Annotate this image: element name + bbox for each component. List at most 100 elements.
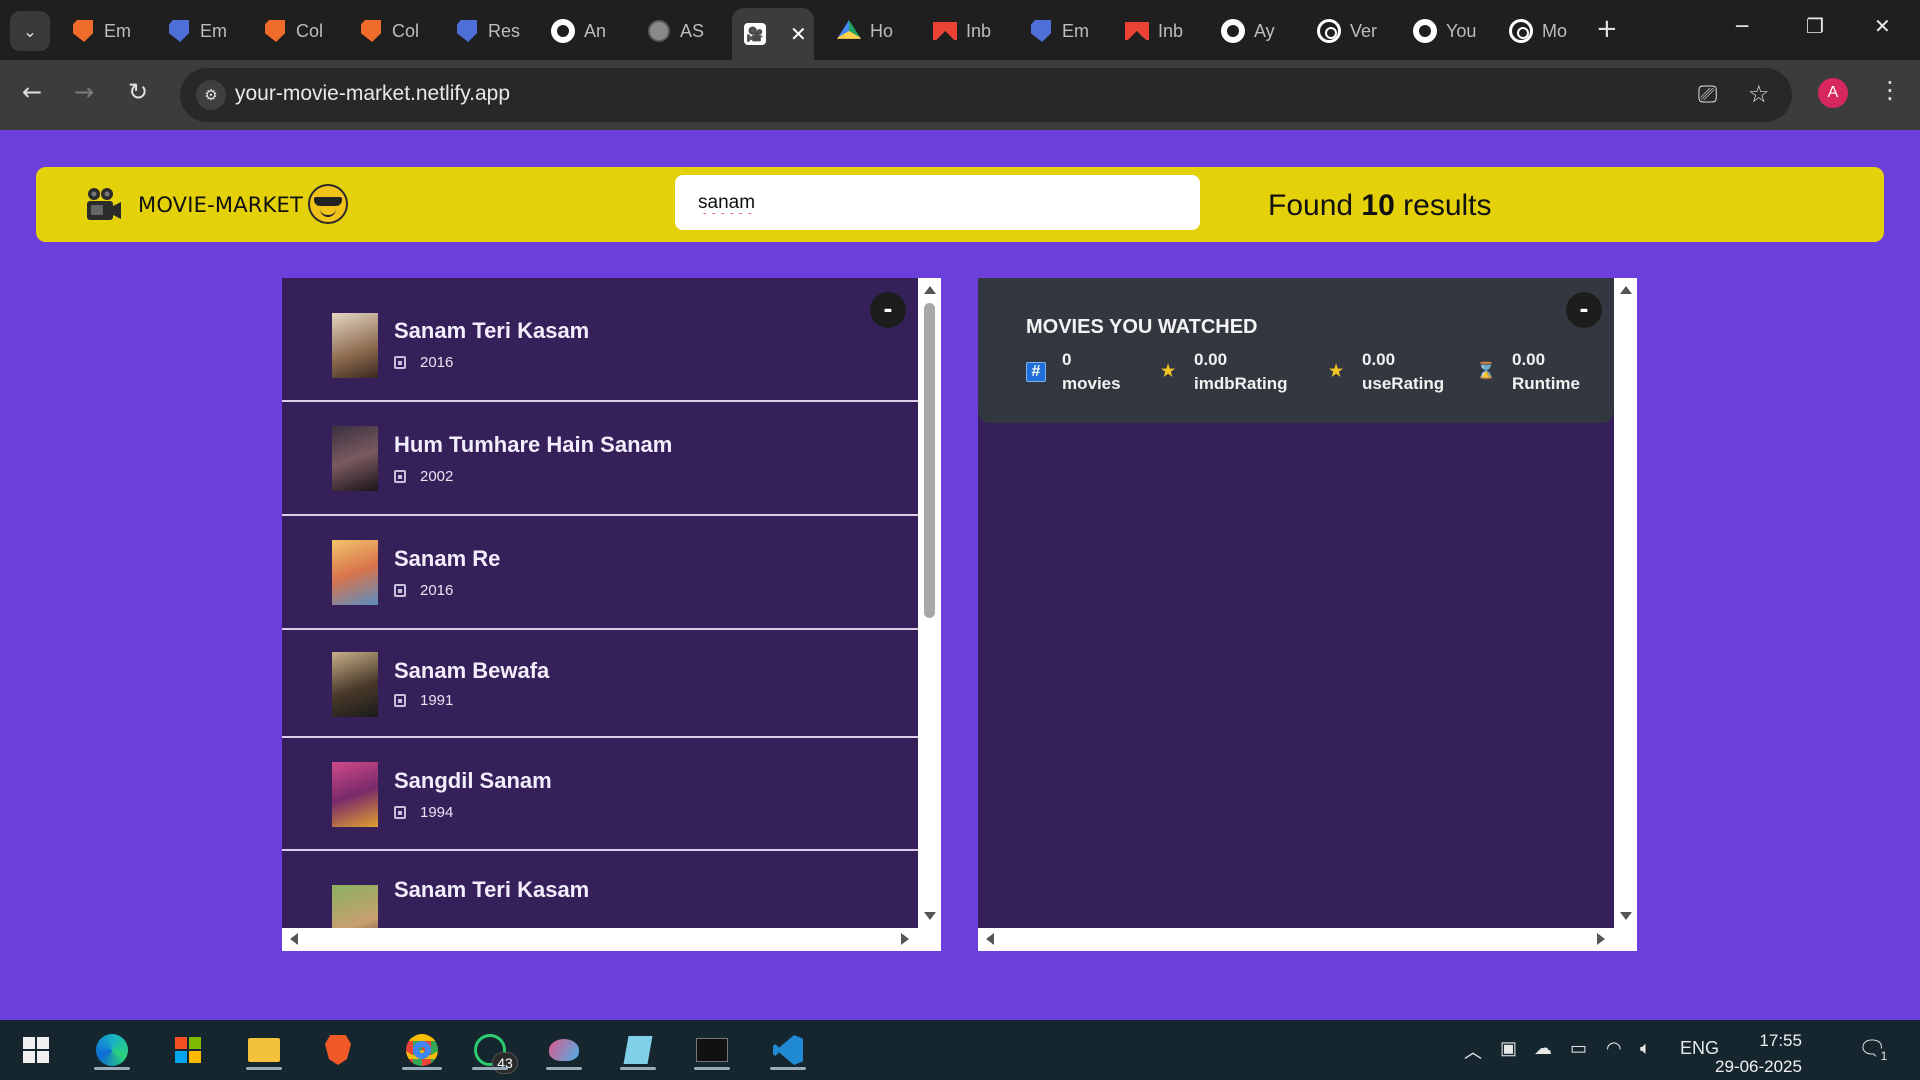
watched-vertical-scrollbar[interactable] bbox=[1614, 278, 1637, 928]
scroll-up-icon[interactable] bbox=[924, 286, 936, 294]
start-button[interactable] bbox=[16, 1030, 56, 1070]
notification-badge: 43 bbox=[492, 1052, 518, 1074]
gmail-icon bbox=[932, 18, 958, 44]
arrow-left-icon: ← bbox=[22, 78, 43, 106]
movie-search-input[interactable] bbox=[675, 175, 1200, 230]
onedrive-icon[interactable]: ☁ bbox=[1534, 1038, 1552, 1059]
movie-list-item[interactable]: Sangdil Sanam 1994 bbox=[282, 738, 918, 851]
scroll-thumb[interactable] bbox=[924, 303, 935, 618]
close-icon[interactable]: ✕ bbox=[790, 22, 807, 47]
scroll-left-icon[interactable] bbox=[986, 933, 994, 945]
language-indicator[interactable]: ENG bbox=[1680, 1038, 1719, 1059]
results-vertical-scrollbar[interactable] bbox=[918, 278, 941, 928]
browser-tab[interactable]: Mo bbox=[1508, 12, 1588, 50]
browser-menu-icon[interactable]: ⋮ bbox=[1878, 76, 1902, 104]
browser-tab[interactable]: AS bbox=[646, 12, 734, 50]
taskbar-edge[interactable] bbox=[92, 1030, 132, 1070]
taskbar-whatsapp[interactable]: 43 bbox=[470, 1030, 518, 1074]
taskbar-brave[interactable] bbox=[318, 1030, 358, 1070]
movie-title: Sanam Teri Kasam bbox=[394, 877, 590, 902]
scroll-down-icon[interactable] bbox=[1620, 912, 1632, 920]
taskbar-snipping-tool[interactable] bbox=[544, 1030, 584, 1070]
close-window-button[interactable]: ✕ bbox=[1874, 14, 1891, 38]
results-horizontal-scrollbar[interactable] bbox=[282, 928, 941, 951]
meet-now-icon[interactable]: ▣ bbox=[1500, 1038, 1517, 1059]
taskbar-chrome[interactable] bbox=[394, 1030, 450, 1070]
tab-label: Ho bbox=[870, 20, 894, 41]
collapse-watched-button[interactable]: - bbox=[1566, 292, 1602, 328]
movie-year: 1991 bbox=[394, 692, 453, 709]
movie-list-item[interactable]: Sanam Bewafa 1991 bbox=[282, 630, 918, 738]
stat-label: Runtime bbox=[1512, 374, 1580, 393]
profile-avatar[interactable]: A bbox=[1818, 78, 1848, 108]
taskbar-notepad[interactable] bbox=[618, 1030, 658, 1070]
minimize-icon: ─ bbox=[1736, 14, 1749, 38]
hash-icon: # bbox=[1026, 362, 1046, 382]
stat-value: 0 bbox=[1062, 350, 1072, 369]
scroll-right-icon[interactable] bbox=[901, 933, 909, 945]
edge-icon bbox=[96, 1034, 128, 1066]
back-button[interactable]: ← bbox=[22, 78, 42, 106]
tray-overflow-icon[interactable]: ︿ bbox=[1464, 1038, 1482, 1064]
browser-tab[interactable]: You bbox=[1412, 12, 1500, 50]
browser-tab-active[interactable]: 🎥 ✕ bbox=[732, 8, 814, 60]
restore-button[interactable]: ❐ bbox=[1806, 14, 1824, 38]
install-app-icon[interactable]: ⎚ bbox=[1698, 80, 1717, 108]
minimize-button[interactable]: ─ bbox=[1736, 14, 1748, 38]
wifi-icon[interactable]: ◠ bbox=[1606, 1038, 1622, 1059]
calendar-icon bbox=[394, 356, 406, 369]
movie-poster bbox=[332, 426, 378, 491]
new-tab-button[interactable]: + bbox=[1596, 14, 1618, 44]
reload-button[interactable]: ↻ bbox=[128, 78, 148, 106]
watched-horizontal-scrollbar[interactable] bbox=[978, 928, 1637, 951]
plus-icon: + bbox=[1596, 14, 1618, 44]
scroll-down-icon[interactable] bbox=[924, 912, 936, 920]
tab-search-button[interactable]: ⌄ bbox=[10, 11, 50, 51]
browser-tab[interactable]: Em bbox=[70, 12, 158, 50]
browser-tab[interactable]: Em bbox=[166, 12, 254, 50]
battery-icon[interactable]: ▭ bbox=[1570, 1038, 1587, 1059]
browser-tab[interactable]: Ver bbox=[1316, 12, 1404, 50]
movie-title: Sanam Teri Kasam bbox=[394, 318, 590, 343]
hourglass-icon: ⌛ bbox=[1476, 363, 1496, 380]
taskbar-terminal[interactable] bbox=[692, 1030, 732, 1070]
browser-tab[interactable]: Ay bbox=[1220, 12, 1308, 50]
browser-tab[interactable]: Col bbox=[358, 12, 446, 50]
address-bar[interactable]: ⚙ your-movie-market.netlify.app ⎚ ☆ bbox=[180, 68, 1792, 122]
brave-orange-icon bbox=[358, 18, 384, 44]
browser-tab[interactable]: Inb bbox=[932, 12, 1020, 50]
browser-tab[interactable]: Res bbox=[454, 12, 542, 50]
browser-tab[interactable]: Inb bbox=[1124, 12, 1212, 50]
browser-tab[interactable]: An bbox=[550, 12, 638, 50]
results-count: Found 10 results bbox=[1268, 189, 1492, 223]
movie-year-value: 2016 bbox=[420, 582, 454, 599]
volume-icon[interactable]: 🔈︎ bbox=[1640, 1038, 1651, 1059]
notification-count: 1 bbox=[1876, 1048, 1892, 1064]
movie-list-item[interactable]: Sanam Teri Kasam 2016 bbox=[282, 288, 918, 402]
tab-label: Em bbox=[1062, 20, 1089, 41]
vscode-icon bbox=[773, 1035, 803, 1065]
notifications-button[interactable]: 🗨︎ 1 bbox=[1858, 1036, 1892, 1064]
browser-tab[interactable]: Col bbox=[262, 12, 350, 50]
url-text[interactable]: your-movie-market.netlify.app bbox=[235, 82, 510, 106]
scroll-left-icon[interactable] bbox=[290, 933, 298, 945]
stat-value: 0.00 bbox=[1512, 350, 1546, 369]
movie-list-item[interactable]: Sanam Teri Kasam bbox=[282, 851, 918, 928]
movie-list-item[interactable]: Hum Tumhare Hain Sanam 2002 bbox=[282, 402, 918, 516]
browser-tab[interactable]: Ho bbox=[836, 12, 924, 50]
movie-list-item[interactable]: Sanam Re 2016 bbox=[282, 516, 918, 630]
tab-label: Col bbox=[296, 20, 324, 41]
forward-button[interactable]: → bbox=[74, 78, 94, 106]
scroll-up-icon[interactable] bbox=[1620, 286, 1632, 294]
taskbar-vscode[interactable] bbox=[768, 1030, 808, 1070]
tab-label: Ver bbox=[1350, 20, 1378, 41]
taskbar-store[interactable] bbox=[168, 1030, 208, 1070]
site-settings-icon[interactable]: ⚙ bbox=[196, 80, 226, 110]
gmail-icon bbox=[1124, 18, 1150, 44]
taskbar-file-explorer[interactable] bbox=[244, 1030, 284, 1070]
browser-tab[interactable]: Em bbox=[1028, 12, 1116, 50]
bookmark-star-icon[interactable]: ☆ bbox=[1748, 80, 1770, 108]
movie-poster bbox=[332, 652, 378, 717]
scroll-right-icon[interactable] bbox=[1597, 933, 1605, 945]
system-clock[interactable]: 17:55 29-06-2025 bbox=[1715, 1028, 1802, 1080]
